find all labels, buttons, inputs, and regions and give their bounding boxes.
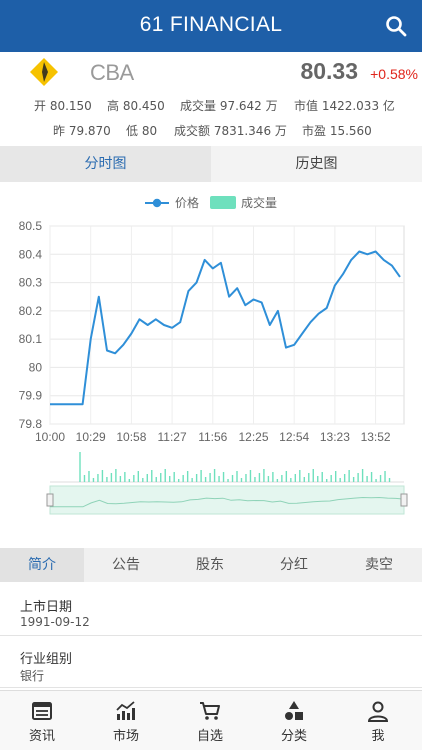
nav-market-label: 市场 [112,729,139,744]
legend-volume-label: 成交量 [241,196,278,210]
nav-watchlist[interactable]: 自选 [168,691,252,750]
navigator-left-handle [46,493,54,507]
x-tick-label: 13:23 [320,430,350,444]
y-tick-label: 79.9 [19,389,43,403]
person-icon [367,701,389,722]
nav-news-label: 资讯 [28,729,55,744]
tab-history[interactable]: 历史图 [211,146,422,182]
nav-category-label: 分类 [280,729,307,744]
chart-legend: 价格 成交量 [0,194,422,212]
x-tick-label: 11:27 [158,430,187,444]
subtab-dividends[interactable]: 分红 [252,548,336,582]
stat-prev-close: 昨 79.870 [53,124,111,138]
subtab-shareholders[interactable]: 股东 [168,548,252,582]
stock-ticker: CBA [90,60,134,85]
market-icon [116,701,135,720]
navigator-right-handle [400,493,408,507]
quote-summary: CBA 80.33 +0.58% 开 80.150 高 80.450 成交量 9… [0,52,422,144]
industry-value: 银行 [20,669,45,683]
search-icon[interactable] [384,14,408,38]
profile-listing-date: 上市日期 1991-09-12 [0,584,422,636]
nav-me[interactable]: 我 [336,691,420,750]
subtab-announcements[interactable]: 公告 [84,548,168,582]
stat-turnover: 成交额 7831.346 万 [174,124,287,138]
y-tick-label: 80.2 [19,304,43,318]
x-tick-label: 12:54 [279,430,309,444]
price-chart[interactable]: 79.8 79.9 80 80.1 80.2 80.3 80.4 80.5 10:00 10:29… [0,214,422,524]
legend-price-label: 价格 [175,196,200,210]
y-tick-label: 80 [29,360,43,374]
x-tick-label: 11:56 [198,430,227,444]
bottom-navigation: 资讯 市场 自选 分类 我 [0,690,422,750]
range-navigator [49,485,405,515]
news-icon [32,702,52,720]
stat-low: 低 80 [126,124,158,138]
app-header: 61 FINANCIAL [0,0,422,52]
subtab-short-selling[interactable]: 卖空 [336,548,422,582]
company-subtabs: 简介 公告 股东 分红 卖空 [0,548,422,582]
stock-price: 80.33 [300,58,358,84]
legend-volume-marker [210,196,236,209]
y-tick-label: 79.8 [19,417,43,431]
chart-type-tabs: 分时图 历史图 [0,146,422,182]
nav-watchlist-label: 自选 [196,729,223,744]
listing-date-value: 1991-09-12 [20,615,90,629]
y-tick-label: 80.3 [19,276,43,290]
x-tick-label: 10:00 [35,430,65,444]
industry-label: 行业组别 [20,652,73,667]
x-tick-label: 12:25 [238,430,268,444]
price-change: +0.58% [370,66,418,82]
category-icon [285,701,303,720]
nav-me-label: 我 [371,729,385,744]
nav-news[interactable]: 资讯 [0,691,84,750]
price-series-line [50,250,401,406]
stat-pe: 市盈 15.560 [302,124,372,138]
nav-category[interactable]: 分类 [252,691,336,750]
stat-market-cap: 市值 1422.033 亿 [294,99,395,113]
y-tick-label: 80.4 [19,247,43,261]
y-tick-label: 80.1 [19,332,43,346]
app-title: 61 FINANCIAL [139,13,283,36]
x-tick-label: 10:58 [116,430,146,444]
legend-price-marker [145,198,169,208]
stat-open: 开 80.150 [34,99,92,113]
x-tick-label: 10:29 [76,430,106,444]
x-tick-label: 13:52 [361,430,391,444]
stat-volume: 成交量 97.642 万 [180,99,278,113]
y-tick-label: 80.5 [19,219,43,233]
bank-logo-icon [30,58,58,86]
listing-date-label: 上市日期 [20,600,73,615]
profile-industry: 行业组别 银行 [0,636,422,688]
cart-icon [200,702,220,720]
tab-intraday[interactable]: 分时图 [0,146,211,182]
stat-high: 高 80.450 [107,99,165,113]
nav-market[interactable]: 市场 [84,691,168,750]
subtab-profile[interactable]: 简介 [0,548,84,582]
